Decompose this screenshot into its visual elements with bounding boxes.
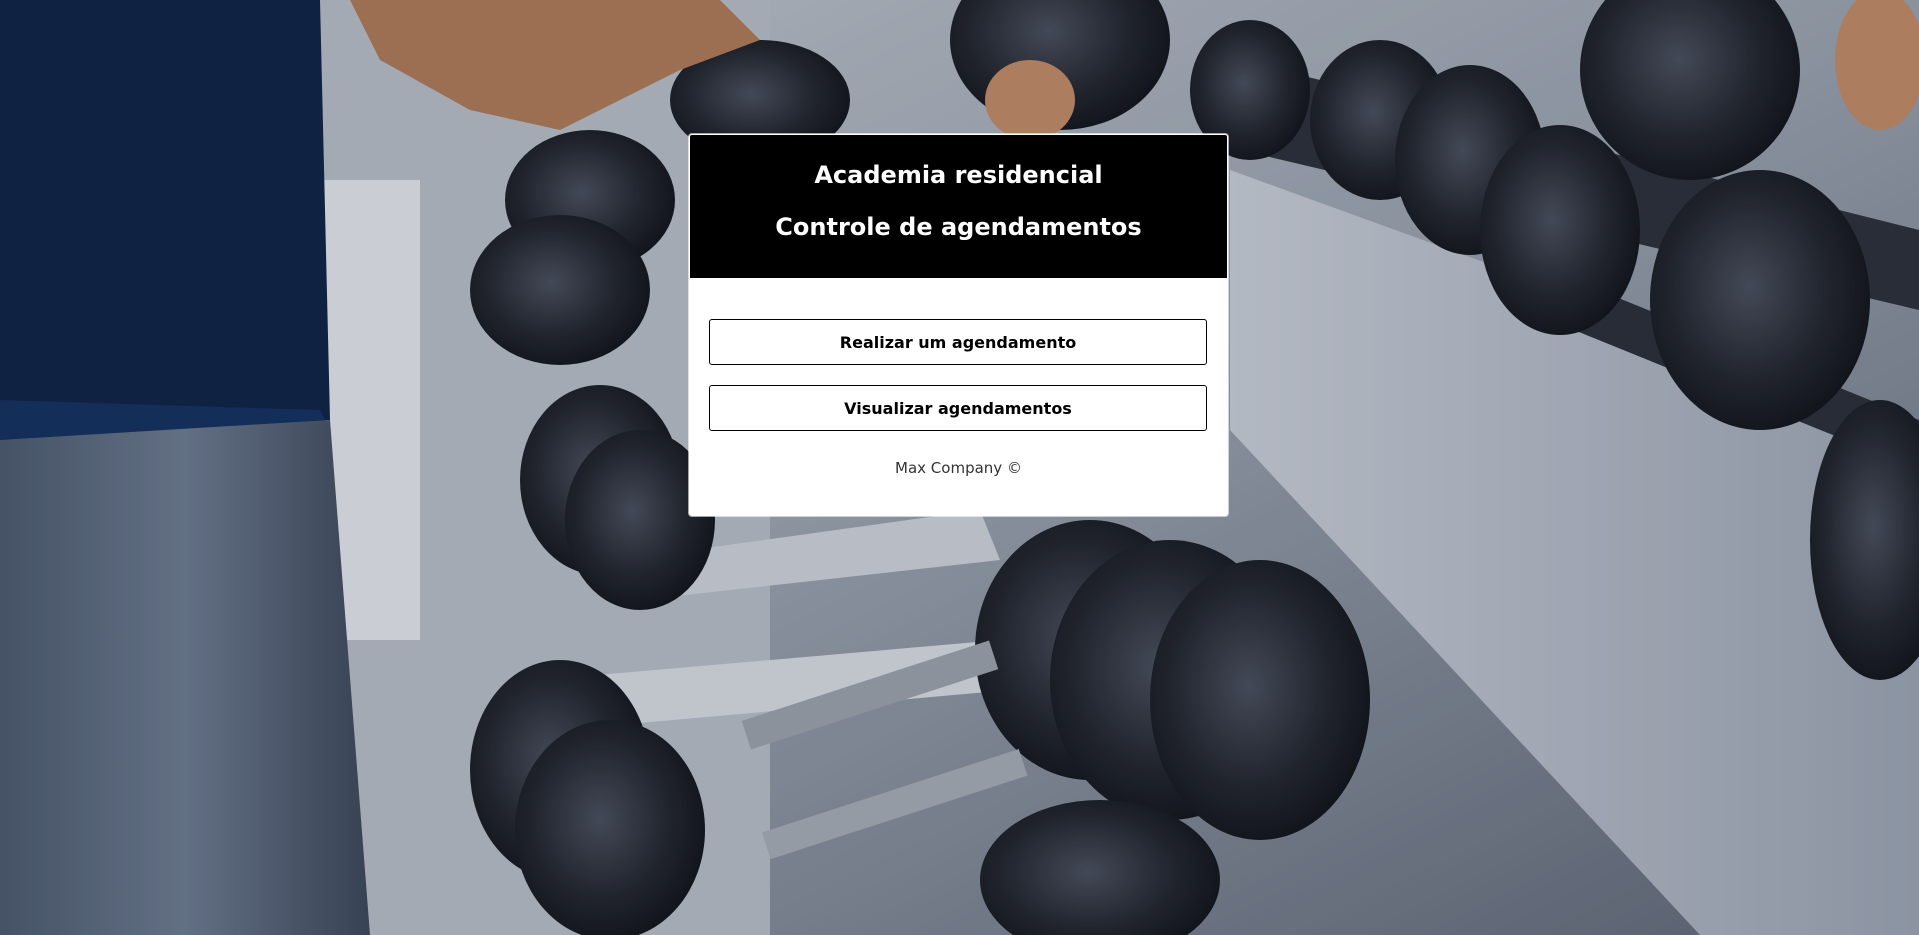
card-header: Academia residencial Controle de agendam… [689,134,1228,279]
app-title: Academia residencial [814,161,1103,189]
footer-copyright: Max Company © [895,459,1022,477]
scheduling-card: Academia residencial Controle de agendam… [689,134,1228,516]
view-appointments-button[interactable]: Visualizar agendamentos [709,385,1207,431]
app-subtitle: Controle de agendamentos [775,213,1142,241]
make-appointment-button[interactable]: Realizar um agendamento [709,319,1207,365]
card-body: Realizar um agendamento Visualizar agend… [689,279,1228,477]
